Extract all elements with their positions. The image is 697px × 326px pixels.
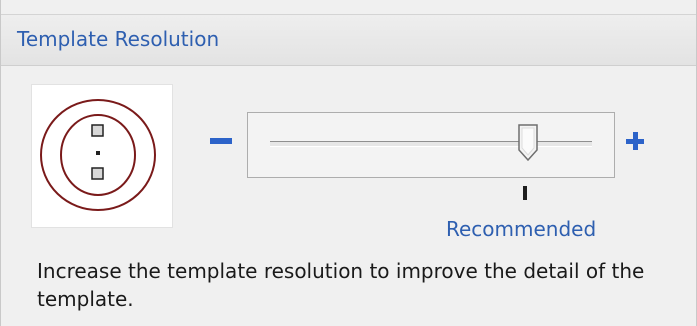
slider-thumb[interactable] [517, 124, 539, 162]
target-rings-icon [40, 99, 156, 211]
decrease-resolution-button[interactable] [210, 138, 232, 144]
resolution-slider[interactable] [247, 112, 615, 178]
description-text: Increase the template resolution to impr… [37, 259, 645, 311]
slider-track [270, 141, 592, 147]
recommended-label: Recommended [446, 217, 597, 241]
resolution-preview [31, 84, 173, 228]
increase-resolution-button[interactable] [622, 128, 648, 154]
section-header: Template Resolution [1, 14, 696, 66]
recommended-tick [523, 186, 527, 200]
section-title: Template Resolution [17, 27, 220, 51]
template-resolution-panel: Template Resolution Recommended Increase… [0, 0, 697, 326]
